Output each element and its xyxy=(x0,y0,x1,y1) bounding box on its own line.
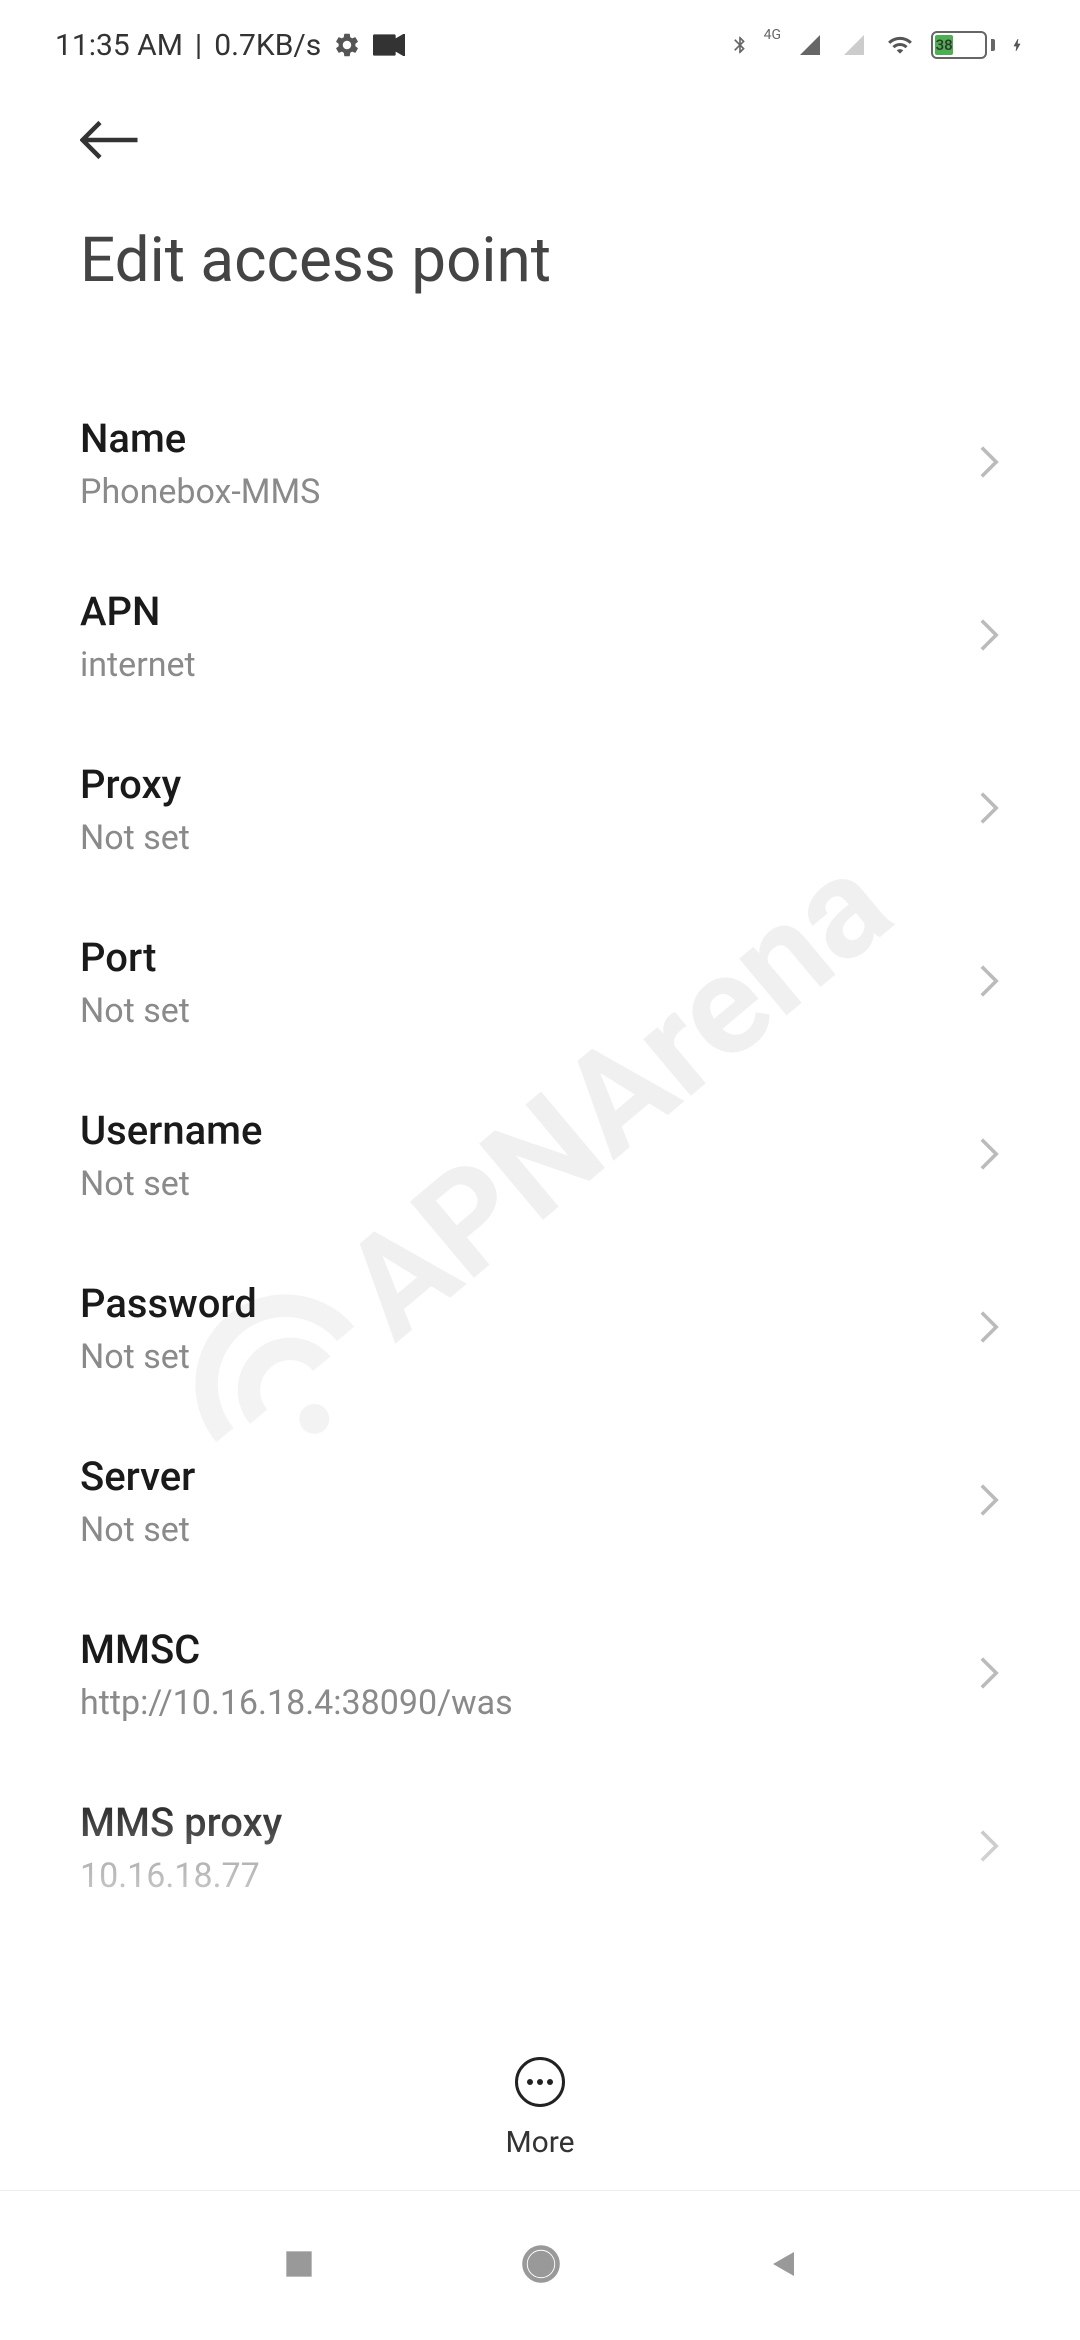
charging-icon xyxy=(1009,31,1025,59)
navigation-bar xyxy=(0,2190,1080,2340)
setting-item-password[interactable]: Password Not set xyxy=(80,1242,1000,1415)
chevron-right-icon xyxy=(978,1482,1000,1522)
nav-recent-icon[interactable] xyxy=(280,2245,318,2287)
setting-value: internet xyxy=(80,645,978,685)
video-icon xyxy=(373,34,405,56)
setting-item-username[interactable]: Username Not set xyxy=(80,1069,1000,1242)
signal-icon-2 xyxy=(839,33,869,57)
more-icon xyxy=(515,2057,565,2107)
gear-icon xyxy=(333,31,361,59)
setting-value: Not set xyxy=(80,1337,978,1377)
setting-value: Not set xyxy=(80,1510,978,1550)
more-button[interactable]: More xyxy=(505,2057,574,2160)
wifi-icon xyxy=(883,32,917,58)
status-bar: 11:35 AM | 0.7KB/s 4G xyxy=(0,0,1080,90)
battery-indicator: 38 xyxy=(931,31,995,59)
setting-item-server[interactable]: Server Not set xyxy=(80,1415,1000,1588)
nav-home-icon[interactable] xyxy=(519,2242,563,2290)
setting-item-name[interactable]: Name Phonebox-MMS xyxy=(80,377,1000,550)
network-type: 4G xyxy=(764,27,781,43)
setting-label: Port xyxy=(80,934,978,981)
setting-label: Password xyxy=(80,1280,978,1327)
setting-label: APN xyxy=(80,588,978,635)
setting-value: Not set xyxy=(80,818,978,858)
setting-item-mmsc[interactable]: MMSC http://10.16.18.4:38090/was xyxy=(80,1588,1000,1761)
settings-list: Name Phonebox-MMS APN internet Proxy Not… xyxy=(0,377,1080,1934)
setting-label: Name xyxy=(80,415,978,462)
page-title: Edit access point xyxy=(80,224,1000,297)
status-time: 11:35 AM xyxy=(55,28,183,63)
chevron-right-icon xyxy=(978,1828,1000,1868)
setting-item-apn[interactable]: APN internet xyxy=(80,550,1000,723)
setting-value: Phonebox-MMS xyxy=(80,472,978,512)
more-label: More xyxy=(505,2125,574,2160)
signal-icon-1 xyxy=(795,33,825,57)
chevron-right-icon xyxy=(978,617,1000,657)
nav-back-icon[interactable] xyxy=(764,2246,800,2286)
chevron-right-icon xyxy=(978,790,1000,830)
setting-item-proxy[interactable]: Proxy Not set xyxy=(80,723,1000,896)
setting-label: MMS proxy xyxy=(80,1799,978,1846)
setting-label: MMSC xyxy=(80,1626,978,1673)
chevron-right-icon xyxy=(978,963,1000,1003)
status-data-rate: 0.7KB/s xyxy=(214,28,321,63)
setting-label: Server xyxy=(80,1453,978,1500)
chevron-right-icon xyxy=(978,444,1000,484)
setting-label: Proxy xyxy=(80,761,978,808)
setting-label: Username xyxy=(80,1107,978,1154)
chevron-right-icon xyxy=(978,1655,1000,1695)
setting-value: Not set xyxy=(80,991,978,1031)
bluetooth-icon xyxy=(730,29,750,61)
setting-item-port[interactable]: Port Not set xyxy=(80,896,1000,1069)
setting-value: http://10.16.18.4:38090/was xyxy=(80,1683,978,1723)
back-button[interactable] xyxy=(80,120,140,164)
setting-item-mms-proxy[interactable]: MMS proxy 10.16.18.77 xyxy=(80,1761,1000,1934)
setting-value: 10.16.18.77 xyxy=(80,1856,978,1896)
chevron-right-icon xyxy=(978,1136,1000,1176)
setting-value: Not set xyxy=(80,1164,978,1204)
chevron-right-icon xyxy=(978,1309,1000,1349)
